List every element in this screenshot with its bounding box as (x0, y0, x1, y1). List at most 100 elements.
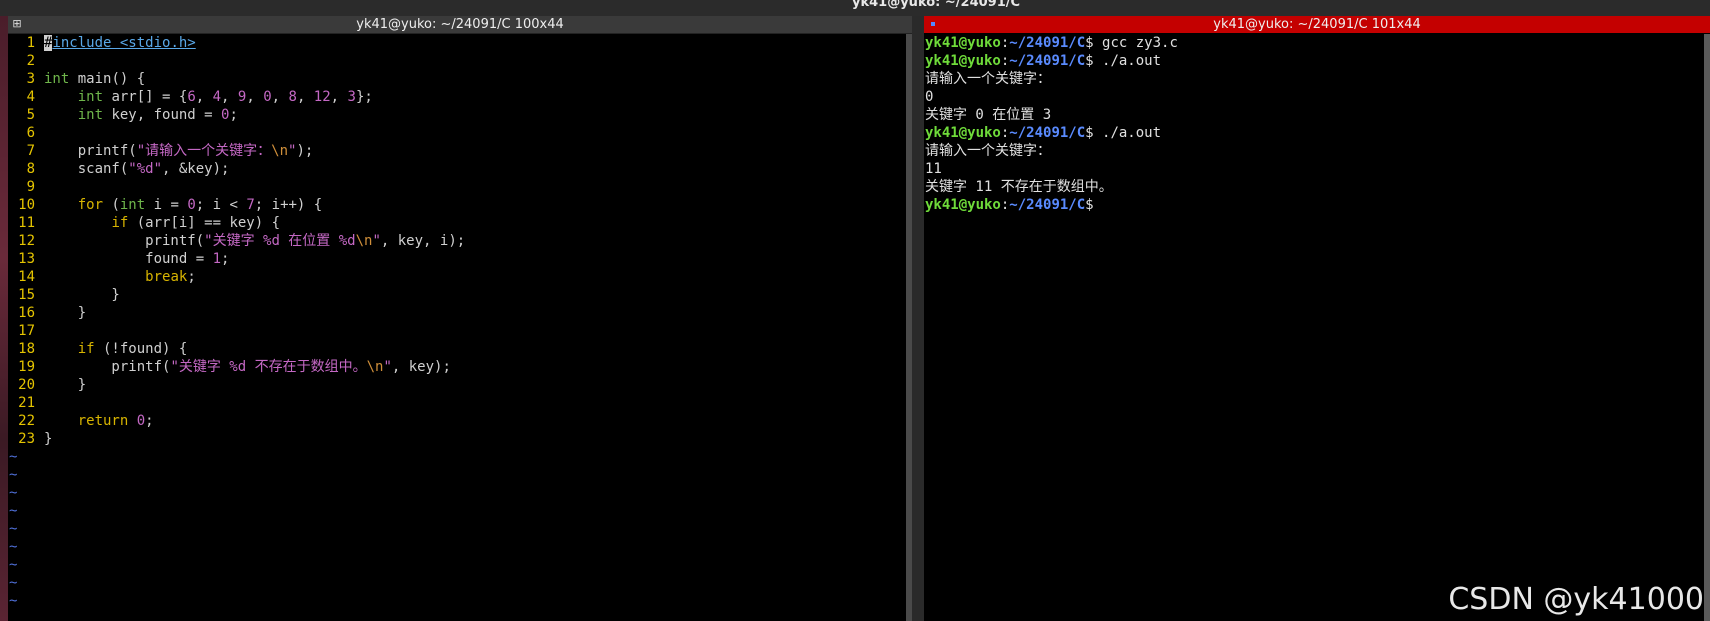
code-token: ; (145, 413, 154, 429)
empty-buffer-line: ~ (9, 539, 18, 555)
code-token: } (44, 305, 87, 321)
code-token: ; (221, 251, 230, 267)
terminal-command: gcc zy3.c (1093, 35, 1178, 51)
code-token: for (77, 197, 104, 213)
code-token: " (383, 359, 392, 375)
code-token: \n (366, 359, 384, 375)
terminal-output[interactable]: yk41@yuko:~/24091/C$ gcc zy3.c yk41@yuko:… (925, 34, 1700, 214)
code-line[interactable]: 10 for (int i = 0; i < 7; i++) { (8, 196, 904, 214)
code-line[interactable]: 16 } (8, 304, 904, 322)
code-token: , (330, 89, 348, 105)
code-token: int (119, 197, 146, 213)
code-token: (!found) { (94, 341, 188, 357)
prompt-symbol: $ (1085, 125, 1094, 141)
prompt-symbol: $ (1085, 197, 1094, 213)
code-line[interactable]: 8 scanf("%d", &key); (8, 160, 904, 178)
line-number: 14 (18, 269, 35, 285)
line-number: 6 (26, 125, 35, 141)
code-line[interactable]: 9 (8, 178, 904, 196)
code-token: 0 (136, 413, 146, 429)
code-token: , (296, 89, 314, 105)
code-token: , &key); (162, 161, 230, 177)
prompt-user: yk41@yuko (925, 125, 1001, 141)
line-number: 5 (26, 107, 35, 123)
terminal-prompt-line: yk41@yuko:~/24091/C$ gcc zy3.c (925, 34, 1700, 52)
code-line[interactable]: 14 break; (8, 268, 904, 286)
empty-buffer-line: ~ (9, 485, 18, 501)
code-token: , (246, 89, 264, 105)
code-token: if (111, 215, 129, 231)
code-token: 12 (313, 89, 331, 105)
terminal-output-line: 关键字 0 在位置 3 (925, 107, 1052, 123)
prompt-path: ~/24091/C (1009, 35, 1086, 51)
code-line[interactable]: 21 (8, 394, 904, 412)
code-token: "请输入一个关键字： (136, 143, 272, 159)
code-token: include <stdio.h> (52, 35, 196, 51)
code-token: ; i++) { (254, 197, 323, 213)
code-line[interactable]: 18 if (!found) { (8, 340, 904, 358)
code-token: } (44, 287, 120, 303)
editor-window[interactable]: ⊞ yk41@yuko: ~/24091/C 100x44 1 #include … (8, 16, 912, 621)
line-number: 19 (18, 359, 35, 375)
code-token: } (44, 431, 53, 447)
terminal-window[interactable]: yk41@yuko: ~/24091/C 101x44 yk41@yuko:~/… (924, 16, 1710, 621)
code-token: 0 (187, 197, 196, 213)
terminal-output-line: 关键字 11 不存在于数组中。 (925, 179, 1113, 195)
code-token: arr[] = { (103, 89, 188, 105)
code-line[interactable]: 7 printf("请输入一个关键字：\n"); (8, 142, 904, 160)
code-line[interactable]: 6 (8, 124, 904, 142)
code-token: printf( (44, 143, 137, 159)
code-line[interactable]: 20 } (8, 376, 904, 394)
code-line[interactable]: 22 return 0; (8, 412, 904, 430)
line-number: 7 (26, 143, 35, 159)
csdn-watermark: CSDN @yk41000 (1448, 582, 1704, 617)
code-line[interactable]: 5 int key, found = 0; (8, 106, 904, 124)
code-token: , key); (391, 359, 451, 375)
window-menu-icon[interactable] (927, 18, 939, 30)
line-number: 4 (26, 89, 35, 105)
prompt-path: ~/24091/C (1009, 53, 1086, 69)
code-line[interactable]: 23} (8, 430, 904, 448)
code-line[interactable]: 11 if (arr[i] == key) { (8, 214, 904, 232)
code-line[interactable]: 1 #include <stdio.h> (8, 34, 904, 52)
line-number: 20 (18, 377, 35, 393)
code-token: printf( (44, 359, 171, 375)
window-menu-icon[interactable]: ⊞ (11, 18, 23, 30)
code-line[interactable]: 2 (8, 52, 904, 70)
code-token: "%d" (128, 161, 163, 177)
line-number: 15 (18, 287, 35, 303)
code-line[interactable]: 15 } (8, 286, 904, 304)
code-line[interactable]: 19 printf("关键字 %d 不存在于数组中。\n", key); (8, 358, 904, 376)
terminal-command: ./a.out (1093, 125, 1162, 141)
code-token: }; (355, 89, 373, 105)
empty-buffer-line: ~ (9, 521, 18, 537)
code-token: ( (103, 197, 120, 213)
terminal-prompt-line: yk41@yuko:~/24091/C$ ./a.out (925, 52, 1700, 70)
code-token: 3 (347, 89, 356, 105)
line-number: 1 (26, 35, 35, 51)
code-token: , (195, 89, 213, 105)
code-line[interactable]: 17 (8, 322, 904, 340)
line-number: 8 (26, 161, 35, 177)
code-token: ; i < (195, 197, 247, 213)
terminal-titlebar[interactable]: yk41@yuko: ~/24091/C 101x44 (924, 16, 1710, 33)
prompt-user: yk41@yuko (925, 35, 1001, 51)
code-line[interactable]: 3 int main() { (8, 70, 904, 88)
empty-buffer-line: ~ (9, 467, 18, 483)
terminal-output-line: 请输入一个关键字： (925, 143, 1051, 159)
line-number: 9 (26, 179, 35, 195)
vim-buffer[interactable]: 1 #include <stdio.h> 2 3 int main() {4 int a… (8, 34, 904, 610)
code-line[interactable]: 12 printf("关键字 %d 在位置 %d\n", key, i); (8, 232, 904, 250)
code-token: ); (296, 143, 314, 159)
terminal-scrollbar[interactable] (1704, 34, 1710, 621)
terminal-prompt-line: yk41@yuko:~/24091/C$ (925, 196, 1700, 214)
prompt-user: yk41@yuko (925, 197, 1001, 213)
code-line[interactable]: 4 int arr[] = {6, 4, 9, 0, 8, 12, 3}; (8, 88, 904, 106)
code-line[interactable]: 13 found = 1; (8, 250, 904, 268)
terminal-title: yk41@yuko: ~/24091/C 101x44 (1213, 17, 1421, 32)
code-token: scanf( (44, 161, 129, 177)
editor-titlebar[interactable]: ⊞ yk41@yuko: ~/24091/C 100x44 (8, 16, 912, 34)
